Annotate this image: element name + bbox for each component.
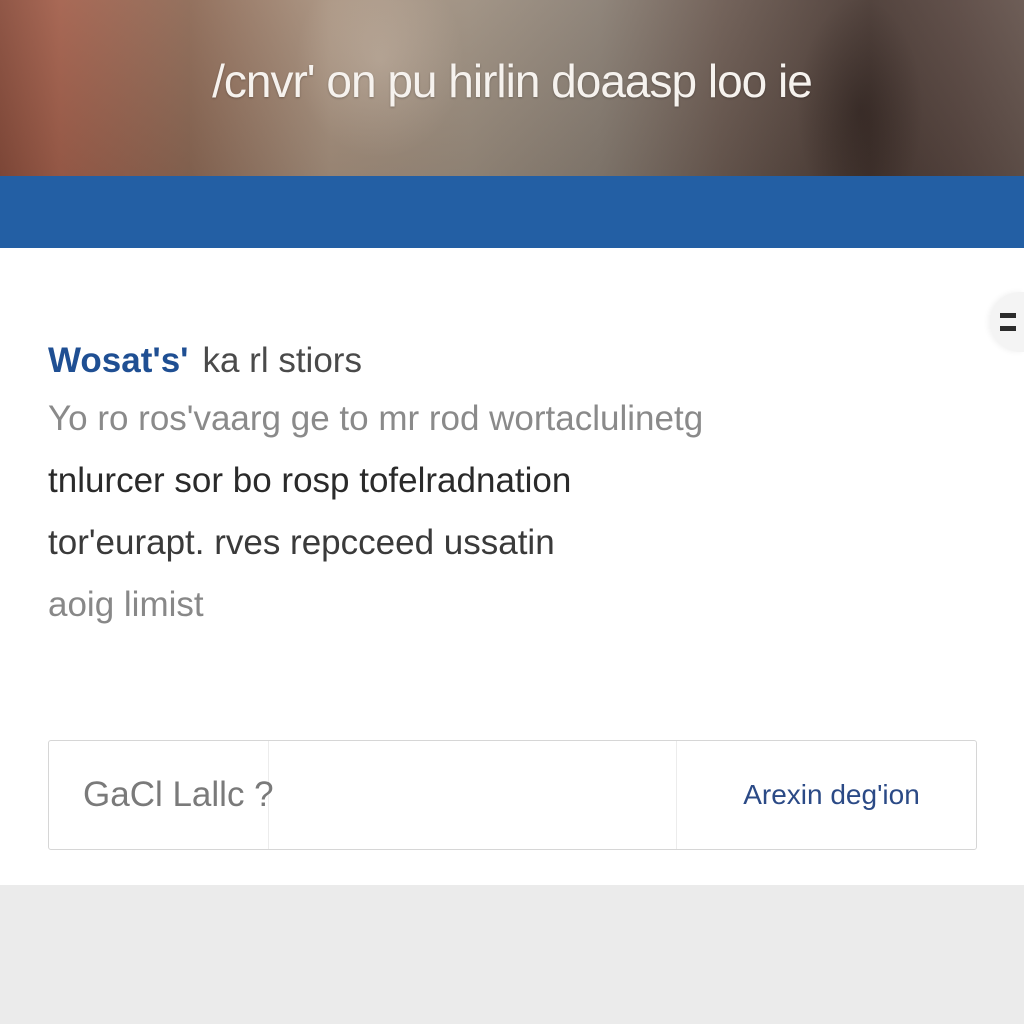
intro-line: aoig limist	[48, 585, 204, 624]
menu-icon-bar	[1000, 326, 1016, 331]
intro-heading-rest: ka rl stiors	[202, 341, 362, 380]
hero-title: /cnvr' on pu hirlin doaasp loo ie	[212, 55, 813, 107]
intro-line: Yo ro ros'vaarg ge to mr rod wortaclulin…	[48, 399, 704, 438]
intro-line: tor'eurapt. rves repcceed ussatin	[48, 523, 555, 562]
intro-heading: Wosat's' ka rl stiors	[48, 336, 948, 386]
intro-line: tnlurcer sor bo rosp tofelradnation	[48, 461, 572, 500]
hero-banner: /cnvr' on pu hirlin doaasp loo ie	[0, 0, 1024, 176]
input-label: GaCl Lallc ?	[49, 741, 274, 849]
content-card: Wosat's' ka rl stiors Yo ro ros'vaarg ge …	[0, 248, 1024, 885]
text-input[interactable]	[269, 741, 676, 849]
intro-section: Wosat's' ka rl stiors Yo ro ros'vaarg ge …	[48, 336, 948, 636]
blue-band	[0, 176, 1024, 248]
menu-icon-bar	[1000, 313, 1016, 318]
footer-area	[0, 885, 1024, 1024]
side-menu-button[interactable]	[990, 292, 1024, 352]
intro-heading-lead: Wosat's'	[48, 341, 189, 380]
action-button[interactable]: Arexin deg'ion	[676, 741, 976, 849]
input-bar: GaCl Lallc ? Arexin deg'ion	[48, 740, 977, 850]
